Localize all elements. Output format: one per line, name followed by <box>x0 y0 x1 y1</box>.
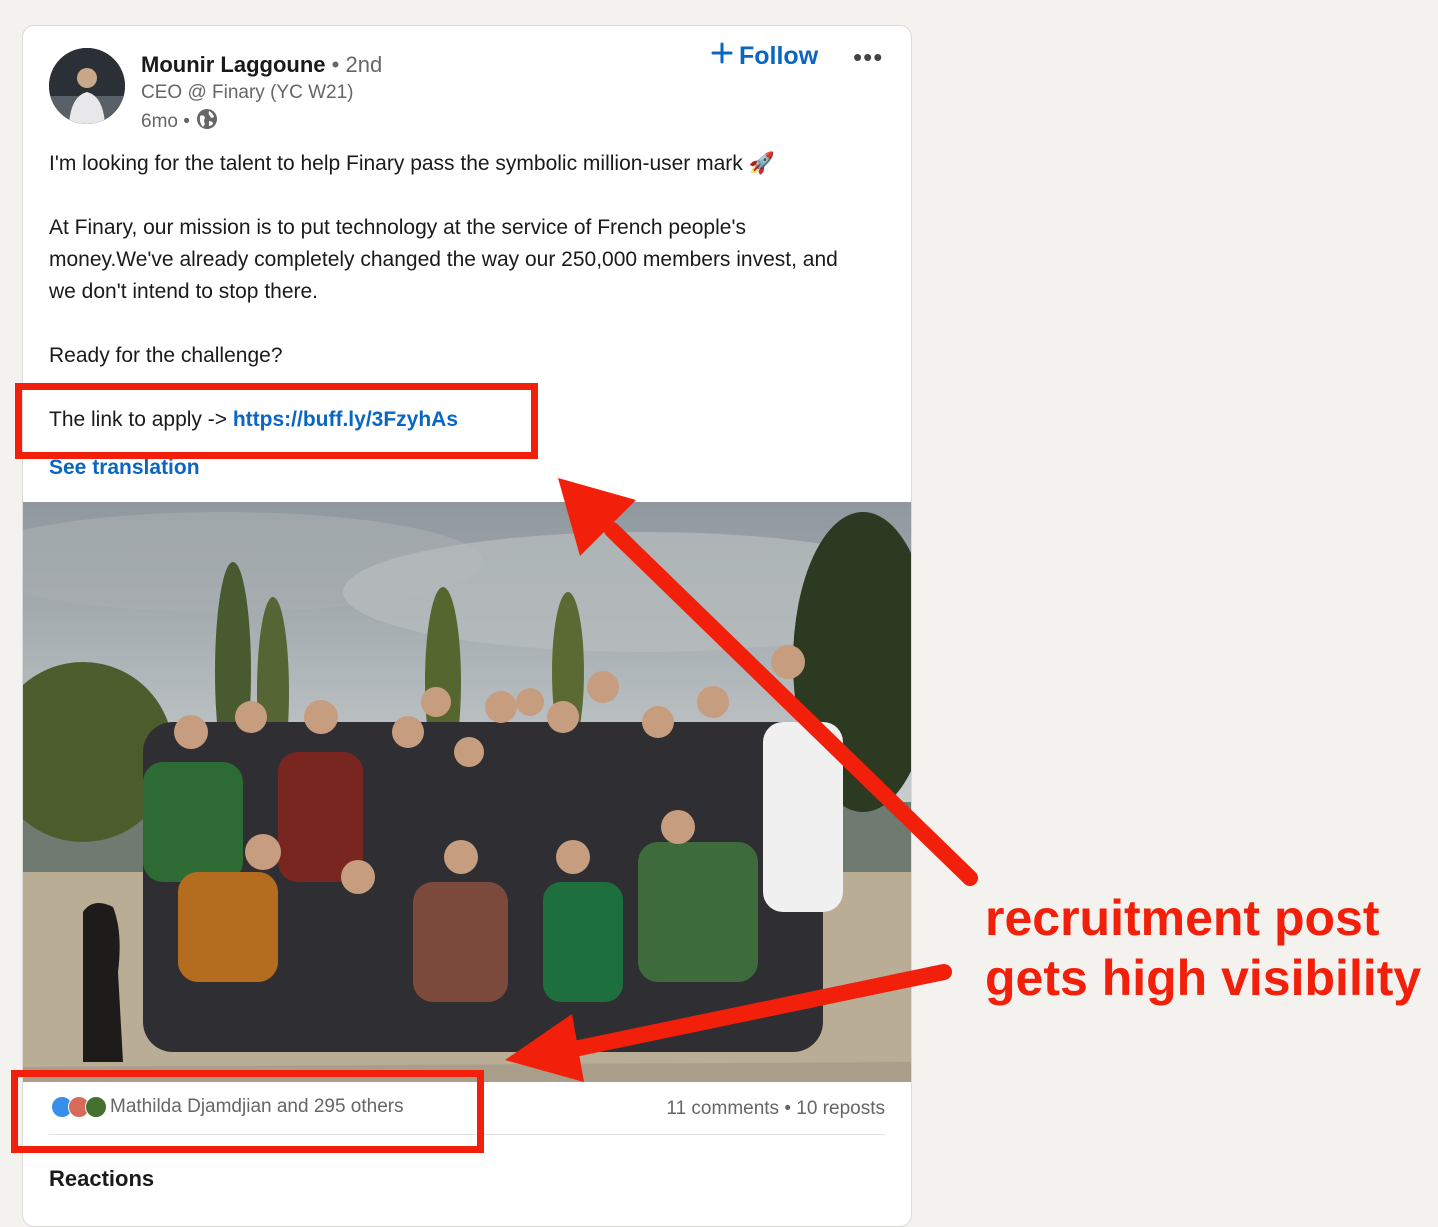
post-time: 6mo • <box>141 111 190 132</box>
post-paragraph-4: The link to apply -> https://buff.ly/3Fz… <box>49 404 458 436</box>
reaction-icons <box>51 1096 107 1118</box>
divider <box>49 1134 885 1135</box>
author-name[interactable]: Mounir Laggoune • 2nd <box>141 52 382 78</box>
post-paragraph-1: I'm looking for the talent to help Finar… <box>49 152 775 175</box>
follow-label: Follow <box>739 42 819 70</box>
author-avatar[interactable] <box>49 48 125 124</box>
plus-icon <box>711 42 733 71</box>
support-reaction-icon <box>85 1096 107 1118</box>
connection-degree: • 2nd <box>331 52 383 77</box>
follow-button[interactable]: Follow <box>711 42 818 71</box>
post-image[interactable] <box>23 502 911 1082</box>
apply-link[interactable]: https://buff.ly/3FzyhAs <box>233 408 458 431</box>
caption-line-1: recruitment post <box>985 890 1380 946</box>
caption-line-2: gets high visibility <box>985 950 1422 1006</box>
post-stats[interactable]: 11 comments • 10 reposts <box>666 1098 885 1120</box>
annotation-caption: recruitment post gets high visibility <box>985 888 1421 1008</box>
post-meta: 6mo • <box>141 108 218 136</box>
reactions-heading: Reactions <box>49 1166 155 1191</box>
more-options-icon[interactable]: ••• <box>853 42 883 73</box>
apply-prefix: The link to apply -> <box>49 408 233 431</box>
author-name-text[interactable]: Mounir Laggoune <box>141 52 326 77</box>
post-paragraph-2: At Finary, our mission is to put technol… <box>49 216 838 303</box>
reactions-summary[interactable]: Mathilda Djamdjian and 295 others <box>51 1096 404 1118</box>
post-paragraph-3: Ready for the challenge? <box>49 344 283 367</box>
globe-icon <box>196 108 218 136</box>
author-headline: CEO @ Finary (YC W21) <box>141 82 354 103</box>
see-translation-link[interactable]: See translation <box>49 456 200 480</box>
post-card: Mounir Laggoune • 2nd CEO @ Finary (YC W… <box>22 25 912 1227</box>
reactions-count: Mathilda Djamdjian and 295 others <box>110 1096 404 1117</box>
